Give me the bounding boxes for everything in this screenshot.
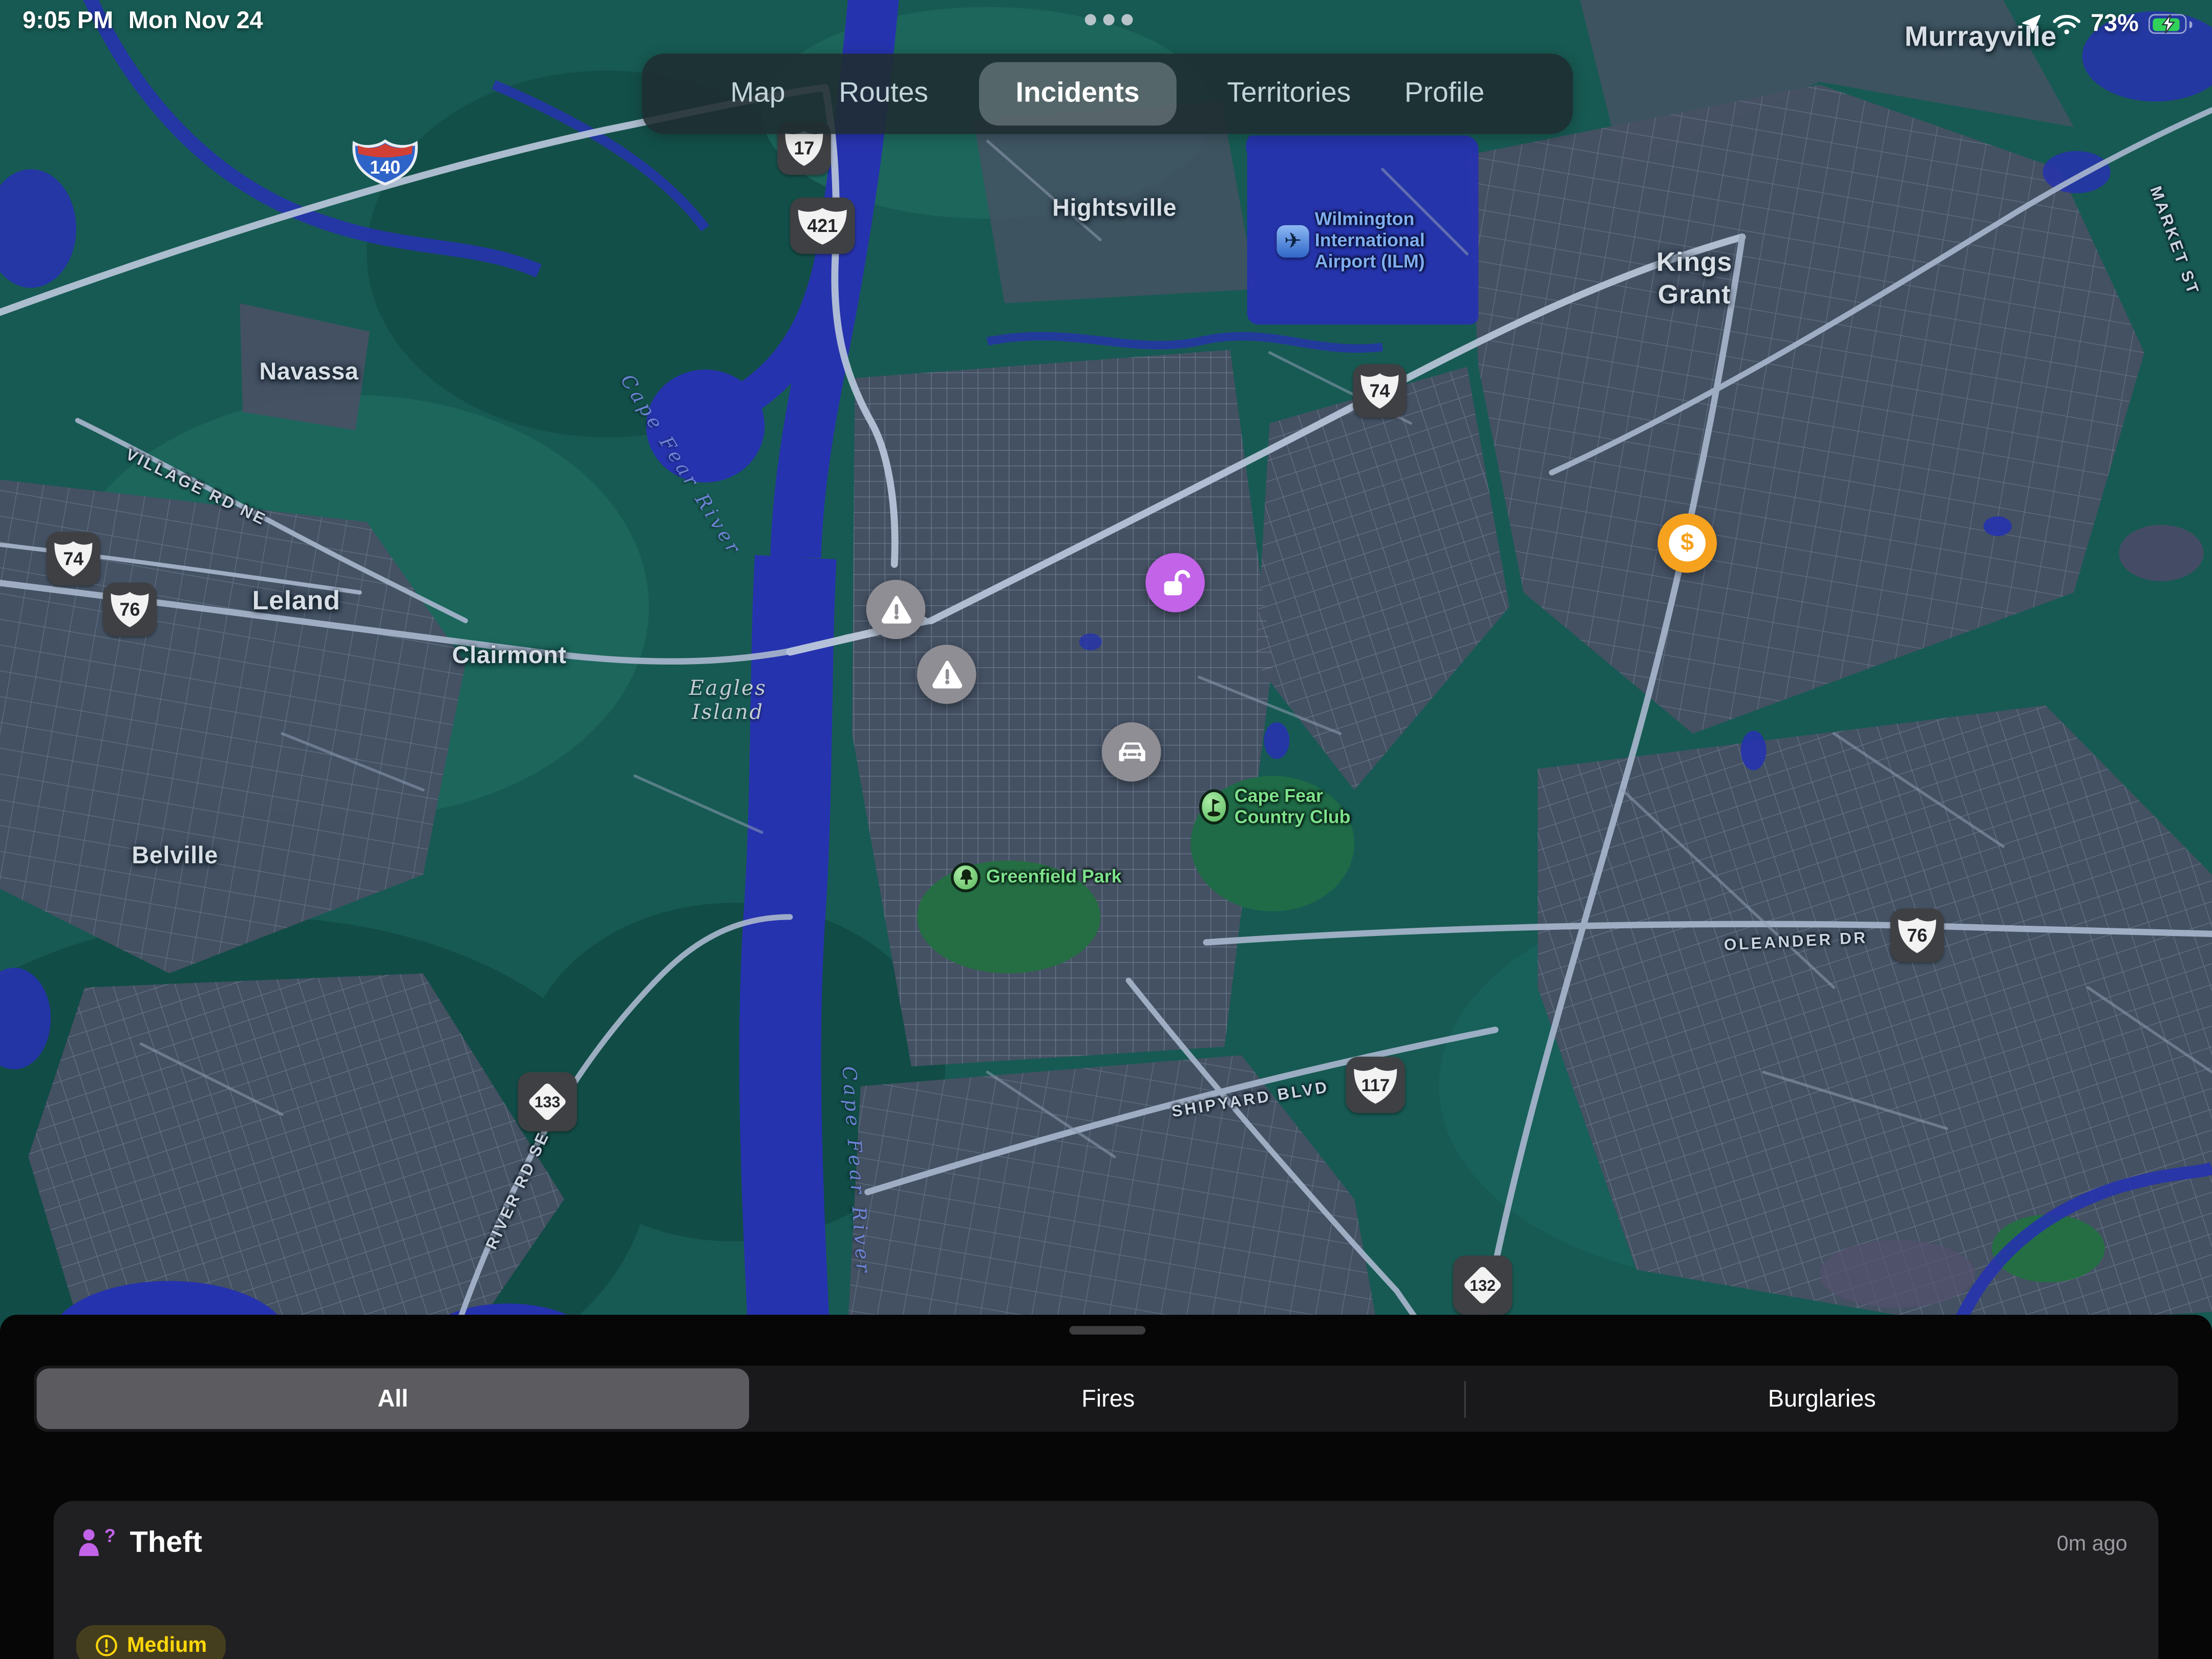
person-question-icon: ? (76, 1526, 116, 1560)
severity-badge: Medium (76, 1625, 225, 1659)
svg-text:?: ? (104, 1526, 116, 1546)
incident-title: Theft (130, 1526, 202, 1560)
dollar-icon: $ (1669, 525, 1706, 562)
city-label-kings-grant: Kings Grant (1656, 247, 1732, 312)
shield-us74-west: 74 (47, 532, 100, 586)
greenfield-park-label: Greenfield Park (986, 867, 1122, 888)
severity-label: Medium (127, 1633, 207, 1657)
shield-nc132-number: 132 (1470, 1278, 1496, 1294)
incident-marker-hazard-2[interactable] (917, 645, 976, 704)
shield-us74-east-number: 74 (1370, 381, 1390, 401)
shield-nc133: 133 (518, 1072, 577, 1132)
filter-tab-burglaries[interactable]: Burglaries (1466, 1366, 2178, 1432)
battery-percent: 73% (2091, 10, 2139, 38)
airport-label-line3: Airport (ILM) (1315, 252, 1425, 273)
shield-i140: 140 (351, 138, 419, 186)
eagles-island-line1: Eagles (689, 678, 767, 703)
filter-segmented-control: All Fires Burglaries (34, 1366, 2178, 1432)
warning-triangle-icon (880, 594, 912, 625)
poi-country-club[interactable]: Cape Fear Country Club (1199, 786, 1351, 827)
car-icon (1114, 737, 1149, 767)
dollar-glyph: $ (1681, 529, 1694, 557)
unlock-icon (1159, 566, 1191, 599)
app-screen: Hightsville Navassa Leland Clairmont Bel… (0, 0, 2212, 1659)
tree-icon (951, 863, 981, 892)
shield-i140-number: 140 (370, 157, 400, 178)
multitasking-indicator[interactable] (1085, 14, 1133, 26)
poi-greenfield-park[interactable]: Greenfield Park (951, 863, 1122, 892)
shield-us76-east: 76 (1890, 908, 1944, 962)
nav-tab-routes[interactable]: Routes (836, 69, 931, 118)
eagles-island-line2: Island (689, 703, 767, 727)
shield-us76-west: 76 (103, 583, 157, 636)
shield-us421: 421 (790, 198, 855, 254)
shield-us117-number: 117 (1361, 1075, 1390, 1095)
shield-us74-east: 74 (1353, 364, 1407, 418)
incident-time: 0m ago (2057, 1532, 2128, 1556)
kings-grant-line2: Grant (1656, 280, 1732, 312)
shield-nc133-number: 133 (535, 1094, 561, 1111)
shield-nc132: 132 (1453, 1256, 1513, 1315)
city-label-leland: Leland (252, 587, 341, 618)
airplane-icon: ✈ (1277, 225, 1309, 257)
city-label-clairmont: Clairmont (452, 642, 567, 670)
wifi-icon (2053, 13, 2081, 34)
city-label-belville: Belville (132, 842, 218, 870)
shield-us421-number: 421 (807, 215, 838, 236)
country-club-line2: Country Club (1235, 807, 1351, 827)
top-nav: Map Routes Incidents Territories Profile (642, 54, 1573, 134)
incident-list-item[interactable]: ? Theft 0m ago Medium (54, 1501, 2159, 1659)
incident-marker-theft[interactable]: $ (1657, 514, 1717, 573)
airport-label-line1: Wilmington (1315, 209, 1425, 230)
bottom-sheet: All Fires Burglaries ? Theft 0m ago (0, 1315, 2212, 1659)
shield-us17-number: 17 (794, 138, 814, 159)
poi-airport[interactable]: ✈ Wilmington International Airport (ILM) (1277, 209, 1424, 272)
sheet-grabber[interactable] (1069, 1326, 1145, 1335)
golf-flag-icon (1199, 789, 1229, 824)
exclamation-circle-icon (95, 1633, 119, 1657)
airplane-glyph: ✈ (1284, 228, 1302, 254)
nav-tab-territories[interactable]: Territories (1224, 69, 1354, 118)
shield-us76-east-number: 76 (1907, 925, 1927, 946)
airport-label-line2: International (1315, 231, 1425, 252)
country-club-line1: Cape Fear (1235, 786, 1351, 807)
filter-tab-all[interactable]: All (37, 1368, 749, 1429)
incident-marker-vehicle[interactable] (1102, 722, 1161, 782)
incident-marker-hazard-1[interactable] (866, 580, 926, 639)
shield-us117: 117 (1346, 1057, 1405, 1113)
status-date: Mon Nov 24 (129, 7, 263, 35)
nav-tab-profile[interactable]: Profile (1401, 69, 1487, 118)
warning-triangle-icon (930, 659, 963, 690)
kings-grant-line1: Kings (1656, 247, 1732, 279)
shield-us74-west-number: 74 (63, 548, 83, 569)
shield-us76-west-number: 76 (120, 600, 140, 620)
battery-icon (2149, 14, 2192, 34)
nav-tab-incidents[interactable]: Incidents (979, 62, 1176, 125)
city-label-navassa: Navassa (259, 358, 358, 387)
city-label-hightsville: Hightsville (1052, 195, 1177, 223)
location-arrow-icon (2020, 13, 2043, 35)
charging-bolt-icon (2160, 14, 2177, 34)
status-icons: 73% (2020, 10, 2192, 38)
status-time: 9:05 PM (23, 7, 113, 35)
island-label-eagles-island: Eagles Island (689, 678, 767, 727)
filter-tab-fires[interactable]: Fires (752, 1366, 1464, 1432)
incident-marker-break-in[interactable] (1145, 553, 1205, 612)
nav-tab-map[interactable]: Map (728, 69, 788, 118)
